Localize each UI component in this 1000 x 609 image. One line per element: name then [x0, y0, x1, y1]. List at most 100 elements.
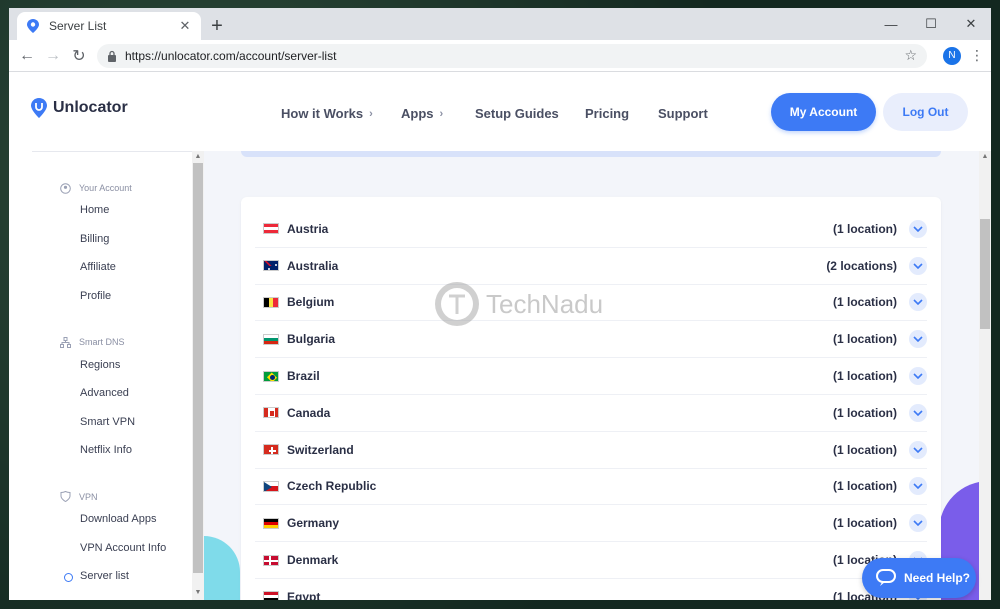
browser-window: Server List ✕ + — ☐ ✕ ← → ↻ https://unlo… — [9, 8, 991, 600]
page-content: Your Account Home Billing Affiliate Prof… — [9, 151, 991, 600]
decorative-wave — [204, 536, 240, 600]
server-row[interactable]: Switzerland (1 location) — [255, 432, 927, 469]
location-count: (1 location) — [832, 405, 897, 420]
minimize-icon[interactable]: — — [871, 8, 911, 40]
sidebar-item-advanced[interactable]: Advanced — [80, 379, 202, 408]
server-list-panel: Austria (1 location) Australia (2 locations… — [204, 151, 979, 600]
chevron-down-icon[interactable] — [909, 256, 927, 275]
server-row[interactable]: Austria (1 location) — [255, 211, 927, 248]
technadu-logo-icon — [435, 282, 479, 326]
sidebar-item-smart-vpn[interactable]: Smart VPN — [80, 408, 202, 437]
reload-icon[interactable]: ↻ — [67, 44, 91, 68]
server-row[interactable]: Australia (2 locations) — [255, 248, 927, 285]
main-nav: How it Works › Apps › Setup Guides Prici… — [281, 106, 708, 121]
site-logo[interactable]: Unlocator — [31, 98, 128, 118]
location-count: (1 location) — [832, 369, 897, 384]
section-title: Smart DNS — [79, 337, 125, 348]
location-count: (1 location) — [832, 221, 897, 236]
server-row[interactable]: Czech Republic (1 location) — [255, 469, 927, 506]
switzerland-flag-icon — [263, 444, 279, 456]
network-icon — [60, 336, 71, 348]
sidebar-item-download-apps[interactable]: Download Apps — [80, 505, 202, 534]
sidebar-item-netflix-info[interactable]: Netflix Info — [80, 436, 202, 465]
australia-flag-icon — [263, 260, 279, 272]
canada-flag-icon — [263, 407, 279, 419]
server-row[interactable]: Egypt (1 location) — [255, 579, 927, 600]
url-text: https://unlocator.com/account/server-lis… — [125, 48, 337, 63]
nav-label: How it Works — [281, 106, 364, 121]
sidebar-item-vpn-account-info[interactable]: VPN Account Info — [80, 533, 202, 562]
location-count: (1 location) — [832, 516, 897, 531]
server-row[interactable]: Denmark (1 location) — [255, 542, 927, 579]
address-bar[interactable]: https://unlocator.com/account/server-lis… — [97, 43, 927, 68]
sidebar-item-profile[interactable]: Profile — [80, 282, 202, 311]
user-circle-icon — [60, 182, 71, 194]
country-name: Switzerland — [287, 442, 354, 457]
location-count: (1 location) — [832, 442, 897, 457]
browser-menu-icon[interactable]: ⋮ — [969, 47, 985, 64]
nav-how-it-works[interactable]: How it Works › — [281, 106, 401, 121]
egypt-flag-icon — [263, 591, 279, 600]
section-your-account: Your Account — [60, 180, 202, 196]
profile-avatar[interactable]: N — [943, 46, 961, 65]
tab-close-icon[interactable]: ✕ — [177, 18, 193, 34]
sidebar-item-regions[interactable]: Regions — [80, 350, 202, 379]
page-scrollbar[interactable]: ▲ — [979, 151, 991, 600]
chat-bubble-icon — [876, 569, 896, 586]
chevron-down-icon[interactable] — [909, 514, 927, 533]
chevron-down-icon[interactable] — [909, 330, 927, 349]
window-controls: — ☐ ✕ — [871, 8, 991, 40]
chevron-down-icon[interactable] — [909, 293, 927, 312]
server-row[interactable]: Brazil (1 location) — [255, 358, 927, 395]
nav-pricing[interactable]: Pricing — [585, 106, 658, 121]
sidebar-item-home[interactable]: Home — [80, 196, 202, 225]
sidebar-item-billing[interactable]: Billing — [80, 225, 202, 254]
watermark-text: TechNadu — [486, 288, 604, 319]
need-help-button[interactable]: Need Help? — [862, 558, 976, 598]
nav-setup-guides[interactable]: Setup Guides — [475, 106, 585, 121]
log-out-button[interactable]: Log Out — [883, 93, 968, 131]
section-title: VPN — [79, 491, 98, 502]
server-row[interactable]: Canada (1 location) — [255, 395, 927, 432]
nav-apps[interactable]: Apps › — [401, 106, 475, 121]
sidebar-scroll-thumb[interactable] — [193, 163, 203, 573]
scroll-down-icon[interactable]: ▼ — [192, 589, 204, 596]
chevron-down-icon[interactable] — [909, 403, 927, 422]
server-row[interactable]: Germany (1 location) — [255, 505, 927, 543]
denmark-flag-icon — [263, 554, 279, 566]
scroll-up-icon[interactable]: ▲ — [192, 153, 204, 160]
page-scroll-thumb[interactable] — [980, 219, 990, 329]
tab-title: Server List — [49, 19, 107, 33]
sidebar-scrollbar[interactable]: ▲ ▼ — [192, 151, 204, 600]
need-help-label: Need Help? — [904, 571, 971, 585]
tab-strip: Server List ✕ + — ☐ ✕ — [9, 8, 991, 40]
sidebar-item-server-list[interactable]: Server list — [64, 562, 202, 591]
chevron-down-icon[interactable] — [909, 219, 927, 238]
browser-tab[interactable]: Server List ✕ — [17, 12, 201, 40]
back-icon[interactable]: ← — [15, 44, 39, 68]
maximize-icon[interactable]: ☐ — [911, 8, 951, 40]
bulgaria-flag-icon — [263, 333, 279, 345]
nav-support[interactable]: Support — [658, 106, 708, 121]
section-vpn: VPN — [60, 489, 202, 505]
country-name: Canada — [287, 405, 331, 420]
scroll-up-icon[interactable]: ▲ — [979, 153, 991, 160]
lock-icon — [108, 50, 116, 62]
chevron-down-icon[interactable] — [909, 477, 927, 496]
chevron-right-icon: › — [439, 107, 444, 120]
bookmark-star-icon[interactable]: ☆ — [904, 47, 917, 64]
unlocator-favicon-icon — [25, 18, 41, 34]
forward-icon[interactable]: → — [41, 44, 65, 68]
new-tab-icon[interactable]: + — [205, 14, 229, 38]
server-list-card: Austria (1 location) Australia (2 locations… — [241, 197, 941, 600]
location-count: (1 location) — [832, 332, 897, 347]
location-count: (1 location) — [832, 295, 897, 310]
browser-toolbar: ← → ↻ https://unlocator.com/account/serv… — [9, 40, 991, 72]
window-close-icon[interactable]: ✕ — [951, 8, 991, 40]
account-sidebar: Your Account Home Billing Affiliate Prof… — [32, 151, 202, 600]
my-account-button[interactable]: My Account — [771, 93, 876, 131]
chevron-down-icon[interactable] — [909, 440, 927, 459]
nav-label: Support — [658, 106, 708, 121]
chevron-down-icon[interactable] — [909, 367, 927, 386]
sidebar-item-affiliate[interactable]: Affiliate — [80, 253, 202, 282]
